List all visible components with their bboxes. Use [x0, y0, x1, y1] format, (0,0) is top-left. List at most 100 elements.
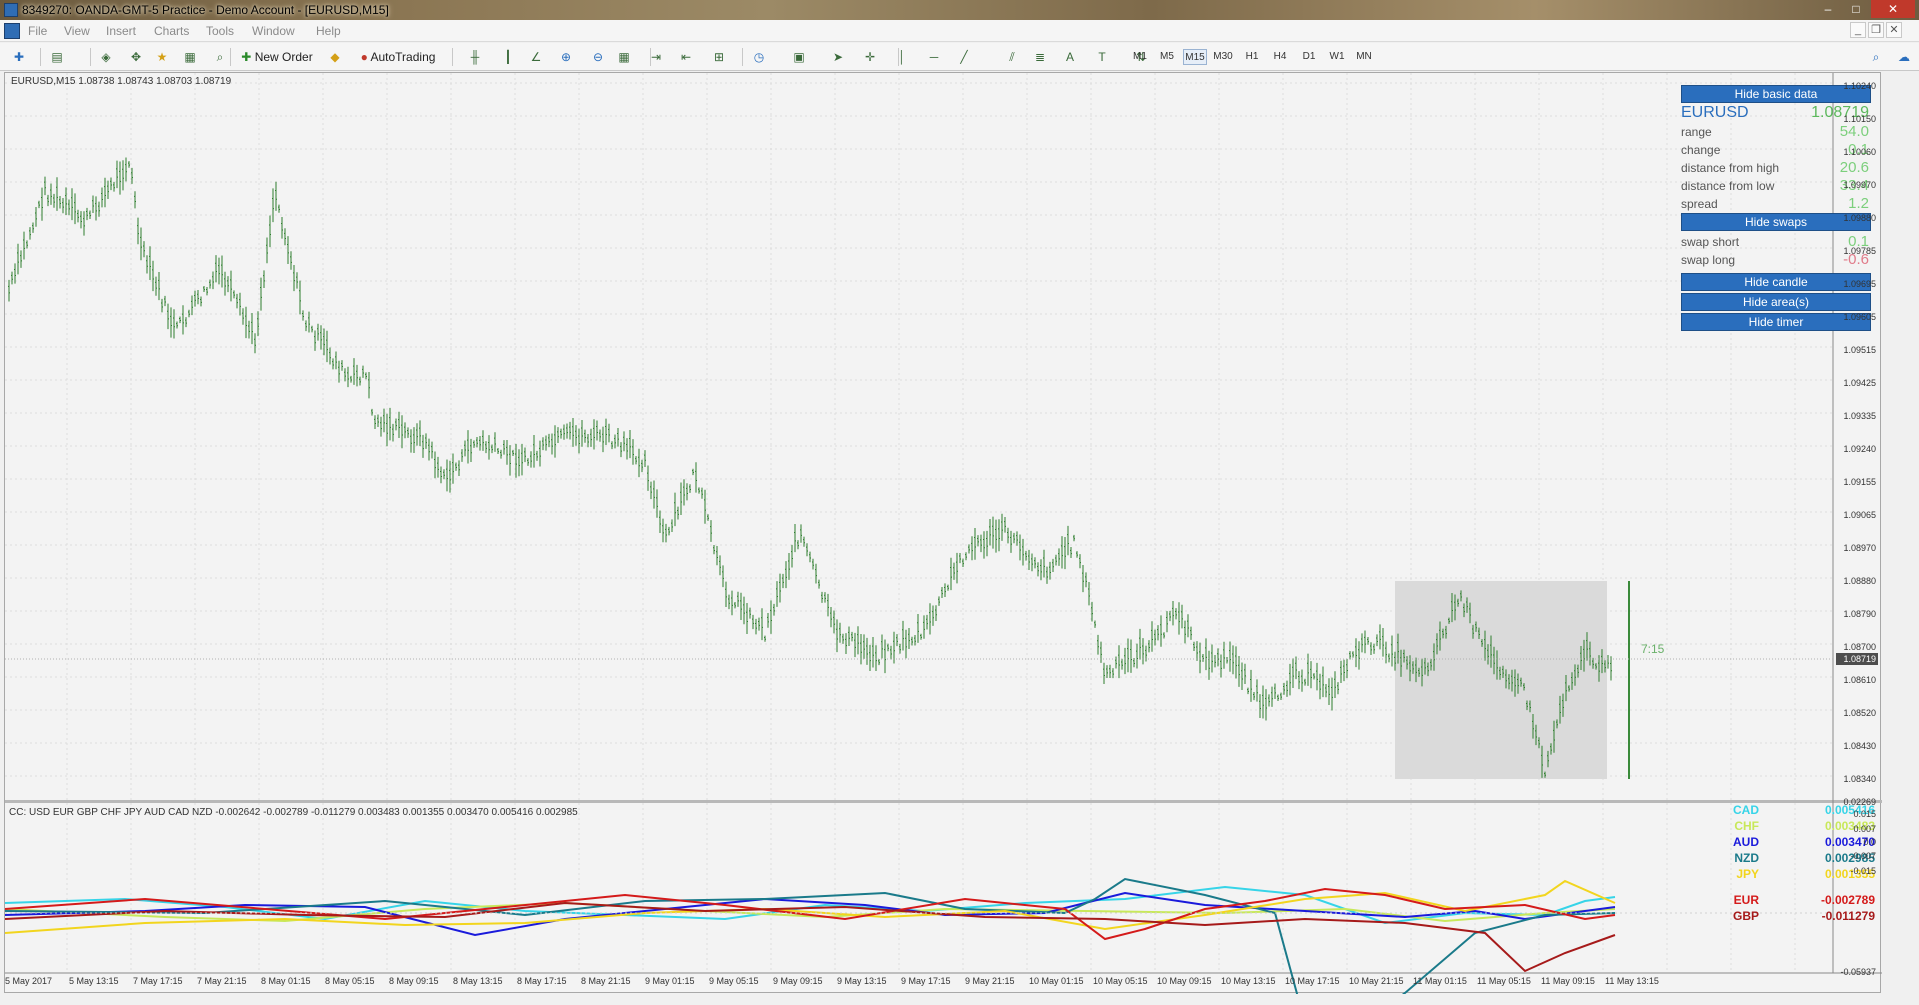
- time-axis-tick: 9 May 21:15: [965, 976, 1015, 986]
- profiles-icon[interactable]: ▤: [46, 47, 68, 67]
- strategy-tester-icon[interactable]: ⌕: [210, 47, 230, 67]
- price-axis-tick: 1.08790: [1843, 609, 1876, 619]
- indicators-icon[interactable]: ⊞: [708, 47, 730, 67]
- new-chart-icon[interactable]: ✚: [8, 47, 30, 67]
- timeframe-m5[interactable]: M5: [1155, 49, 1179, 65]
- navigator-icon[interactable]: ✥: [126, 47, 146, 67]
- timeframe-h4[interactable]: H4: [1268, 49, 1292, 65]
- metaeditor-icon[interactable]: ◆: [326, 47, 344, 67]
- time-axis-tick: 9 May 05:15: [709, 976, 759, 986]
- menu-charts[interactable]: Charts: [154, 24, 189, 38]
- time-axis-tick: 5 May 13:15: [69, 976, 119, 986]
- chart-canvas[interactable]: [5, 73, 1882, 994]
- legend-currency: EUR: [1733, 893, 1759, 907]
- zoom-out-icon[interactable]: ⊖: [588, 47, 608, 67]
- timeframe-w1[interactable]: W1: [1325, 49, 1349, 65]
- time-axis-tick: 8 May 05:15: [325, 976, 375, 986]
- toolbar-separator: [742, 48, 743, 66]
- bar-chart-icon[interactable]: ╫: [465, 47, 485, 67]
- equidistant-channel-icon[interactable]: ⫽: [1002, 47, 1022, 67]
- price-axis-tick: 1.09605: [1843, 312, 1876, 322]
- info-label: spread: [1681, 197, 1718, 211]
- timeframe-h1[interactable]: H1: [1240, 49, 1264, 65]
- time-axis-tick: 8 May 13:15: [453, 976, 503, 986]
- trendline-icon[interactable]: ╱: [954, 47, 974, 67]
- chart-shift-icon[interactable]: ⇤: [676, 47, 696, 67]
- new-order-button[interactable]: ✚ New Order: [236, 47, 318, 67]
- fibonacci-icon[interactable]: ≣: [1030, 47, 1050, 67]
- menu-window[interactable]: Window: [252, 24, 295, 38]
- timeframe-m1[interactable]: M1: [1128, 49, 1152, 65]
- maximize-button[interactable]: □: [1843, 0, 1869, 18]
- minimize-button[interactable]: –: [1815, 0, 1841, 18]
- templates-icon[interactable]: ▣: [788, 47, 810, 67]
- menu-help[interactable]: Help: [316, 24, 341, 38]
- chat-icon[interactable]: ☁: [1894, 47, 1914, 67]
- time-axis-tick: 5 May 2017: [5, 976, 53, 986]
- candle-timer: 7:15: [1641, 642, 1665, 656]
- time-axis-tick: 11 May 13:15: [1605, 976, 1659, 986]
- market-watch-icon[interactable]: ◈: [96, 47, 116, 67]
- horizontal-line-icon[interactable]: ─: [924, 47, 944, 67]
- window-title: 8349270: OANDA-GMT-5 Practice - Demo Acc…: [22, 3, 389, 17]
- hide-areas-button[interactable]: Hide area(s): [1681, 293, 1871, 311]
- autotrading-icon: ●: [360, 50, 371, 64]
- mdi-minimize-button[interactable]: _: [1850, 22, 1866, 38]
- info-label: range: [1681, 125, 1712, 139]
- legend-currency: CAD: [1733, 803, 1759, 817]
- crosshair-icon[interactable]: ✛: [860, 47, 880, 67]
- info-rows: range 54.0 change 0.1 distance from high 20.6…: [1681, 123, 1871, 213]
- app-menu-icon[interactable]: [4, 23, 20, 39]
- time-axis-tick: 7 May 17:15: [133, 976, 183, 986]
- timeframe-mn[interactable]: MN: [1352, 49, 1376, 65]
- indicator-axis-tick: 0.0: [1863, 837, 1876, 847]
- price-axis-tick: 1.09155: [1843, 477, 1876, 487]
- timeframe-m30[interactable]: M30: [1211, 49, 1235, 65]
- new-order-label: New Order: [254, 50, 313, 64]
- search-icon[interactable]: ⌕: [1866, 47, 1886, 67]
- info-value: 54.0: [1839, 123, 1869, 140]
- legend-row-eur: EUR -0.002789: [1711, 893, 1875, 909]
- indicator-header: CC: USD EUR GBP CHF JPY AUD CAD NZD -0.0…: [9, 807, 578, 818]
- price-axis-tick: 1.09335: [1843, 411, 1876, 421]
- candles-icon[interactable]: ┃: [498, 47, 518, 67]
- text-label-icon[interactable]: T: [1092, 47, 1112, 67]
- text-icon[interactable]: A: [1060, 47, 1080, 67]
- periods-icon[interactable]: ◷: [748, 47, 770, 67]
- line-chart-icon[interactable]: ∠: [526, 47, 546, 67]
- data-window-icon[interactable]: ▦: [180, 47, 200, 67]
- time-axis-tick: 10 May 13:15: [1221, 976, 1276, 986]
- close-button[interactable]: ✕: [1871, 0, 1915, 18]
- zoom-in-icon[interactable]: ⊕: [556, 47, 576, 67]
- mdi-restore-button[interactable]: ❐: [1868, 22, 1884, 38]
- tile-icon[interactable]: ▦: [614, 47, 634, 67]
- info-row: spread 1.2: [1681, 195, 1871, 213]
- price-axis-tick: 1.08880: [1843, 576, 1876, 586]
- title-bar: 8349270: OANDA-GMT-5 Practice - Demo Acc…: [0, 0, 1919, 20]
- price-axis-tick: 1.08700: [1843, 642, 1876, 652]
- menu-tools[interactable]: Tools: [206, 24, 234, 38]
- toolbar-separator: [650, 48, 651, 66]
- timeframe-d1[interactable]: D1: [1297, 49, 1321, 65]
- menu-file[interactable]: File: [28, 24, 47, 38]
- price-axis-tick: 1.08340: [1843, 774, 1876, 784]
- toolbar-separator: [90, 48, 91, 66]
- swap-label: swap long: [1681, 253, 1736, 267]
- timeframe-m15[interactable]: M15: [1183, 49, 1207, 65]
- legend-row-gbp: GBP -0.011279: [1711, 909, 1875, 925]
- favorites-icon[interactable]: ★: [152, 47, 172, 67]
- toolbar-separator: [452, 48, 453, 66]
- menu-view[interactable]: View: [64, 24, 90, 38]
- mdi-close-button[interactable]: ✕: [1886, 22, 1902, 38]
- chart-window[interactable]: EURUSD,M15 1.08738 1.08743 1.08703 1.087…: [4, 72, 1882, 994]
- menu-insert[interactable]: Insert: [106, 24, 136, 38]
- indicator-axis-tick: -0.05937: [1840, 967, 1876, 977]
- autotrading-button[interactable]: ● AutoTrading: [350, 47, 446, 67]
- toolbar-separator: [230, 48, 231, 66]
- autoscroll-icon[interactable]: ⇥: [646, 47, 666, 67]
- vertical-line-icon[interactable]: │: [892, 47, 912, 67]
- new-order-icon: ✚: [241, 50, 255, 64]
- price-axis-tick: 1.09065: [1843, 510, 1876, 520]
- cursor-icon[interactable]: ➤: [828, 47, 848, 67]
- time-axis-tick: 8 May 21:15: [581, 976, 631, 986]
